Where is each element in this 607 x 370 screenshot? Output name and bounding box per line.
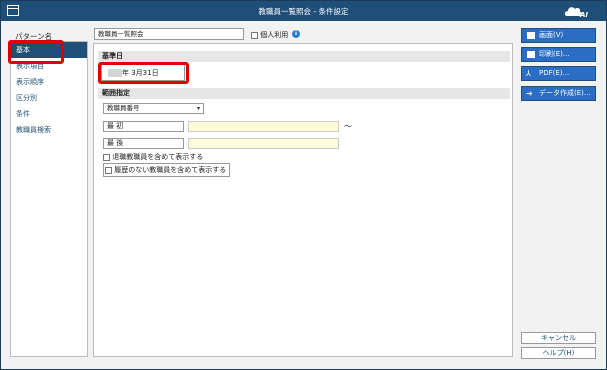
highlight-frame-sidebar bbox=[8, 40, 64, 64]
data-create-button-label: データ作成(E)... bbox=[539, 89, 591, 97]
print-button-label: 印刷(E)... bbox=[539, 50, 570, 58]
title-bar: 教職員一覧照会 - 条件設定 AI bbox=[1, 1, 606, 21]
range-tilde: ～ bbox=[344, 122, 352, 131]
range-field-select[interactable]: 教職員番号 ▾ bbox=[103, 103, 204, 114]
help-button[interactable]: ヘルプ(H) bbox=[521, 347, 596, 359]
highlight-frame-date bbox=[98, 62, 189, 84]
include-no-history-check[interactable] bbox=[105, 166, 112, 174]
print-button[interactable]: 印刷(E)... bbox=[521, 47, 596, 62]
range-header: 範囲指定 bbox=[98, 88, 510, 99]
pattern-name-input[interactable]: 教職員一覧照会 bbox=[94, 28, 244, 40]
pdf-button[interactable]: ⅄ PDF(E)... bbox=[521, 66, 596, 81]
screen-icon bbox=[527, 32, 535, 39]
info-icon[interactable]: i bbox=[292, 30, 300, 38]
sidebar-item-category[interactable]: 区分別 bbox=[11, 90, 87, 106]
include-retired-checkbox[interactable]: 退職教職員を含めて表示する bbox=[103, 152, 203, 162]
sidebar-item-staff-search[interactable]: 教職員検索 bbox=[11, 122, 87, 138]
window-title: 教職員一覧照会 - 条件設定 bbox=[258, 7, 349, 16]
sidebar: 基本 表示項目 表示順序 区分別 条件 教職員検索 bbox=[10, 41, 88, 357]
range-field-value: 教職員番号 bbox=[107, 104, 140, 112]
pdf-icon: ⅄ bbox=[526, 69, 531, 78]
personal-use-checkbox[interactable]: 個人利用 bbox=[251, 30, 288, 40]
include-no-history-label: 履歴のない教職員を含めて表示する bbox=[114, 166, 227, 174]
screen-button[interactable]: 画面(V) bbox=[521, 28, 596, 43]
last-label: 最 後 bbox=[103, 138, 184, 149]
include-retired-label: 退職教職員を含めて表示する bbox=[112, 153, 204, 161]
app-logo: AI bbox=[564, 4, 588, 19]
last-value-input[interactable] bbox=[188, 138, 339, 149]
logo-text: AI bbox=[579, 11, 588, 19]
data-create-button[interactable]: ➜ データ作成(E)... bbox=[521, 86, 596, 101]
sidebar-item-condition[interactable]: 条件 bbox=[11, 106, 87, 122]
personal-use-check[interactable] bbox=[251, 31, 258, 39]
chevron-down-icon: ▾ bbox=[196, 105, 200, 112]
print-icon bbox=[527, 51, 535, 58]
include-no-history-checkbox[interactable]: 履歴のない教職員を含めて表示する bbox=[103, 163, 231, 177]
sidebar-item-display-order[interactable]: 表示順序 bbox=[11, 74, 87, 90]
include-retired-check[interactable] bbox=[103, 153, 110, 161]
first-value-input[interactable] bbox=[188, 121, 339, 132]
first-label: 最 初 bbox=[103, 121, 184, 132]
cancel-button[interactable]: キャンセル bbox=[521, 332, 596, 344]
screen-button-label: 画面(V) bbox=[539, 31, 564, 39]
export-arrow-icon: ➜ bbox=[526, 89, 533, 98]
base-date-header: 基準日 bbox=[98, 51, 510, 62]
pdf-button-label: PDF(E)... bbox=[539, 69, 570, 77]
personal-use-label: 個人利用 bbox=[260, 31, 289, 39]
